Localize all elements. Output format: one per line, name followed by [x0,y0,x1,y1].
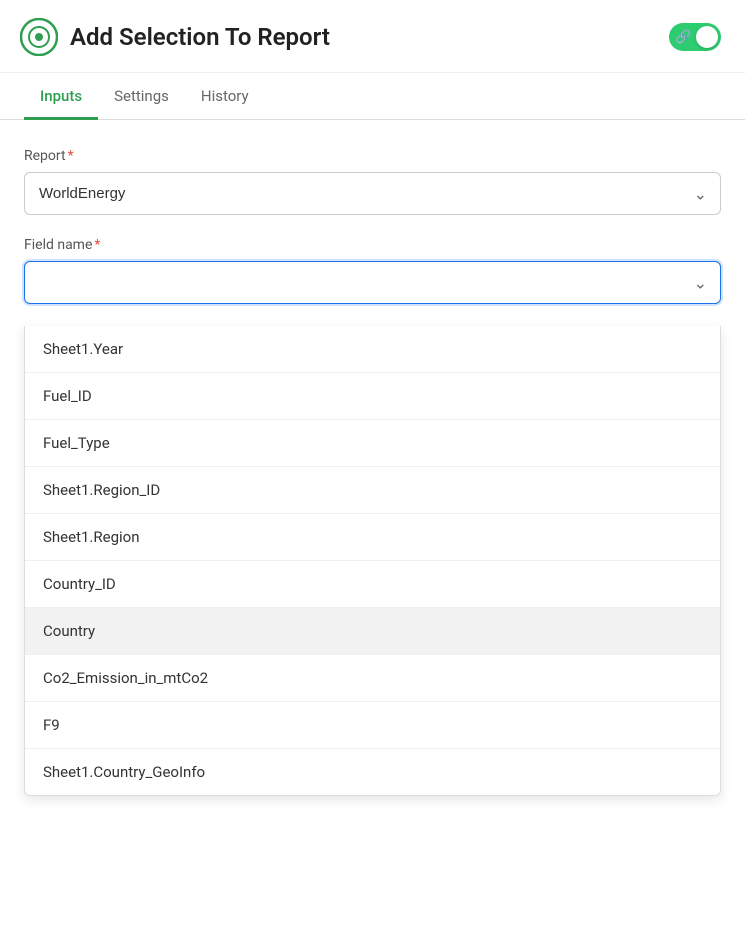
page-title: Add Selection To Report [70,23,330,51]
tab-bar: Inputs Settings History [0,73,745,120]
tab-settings[interactable]: Settings [98,73,185,120]
header-left: Add Selection To Report [20,18,330,56]
app-header: Add Selection To Report 🔗 [0,0,745,73]
report-label: Report* [24,148,721,164]
dropdown-item-fuel-id[interactable]: Fuel_ID [25,373,720,420]
dropdown-item-fuel-type[interactable]: Fuel_Type [25,420,720,467]
link-icon: 🔗 [675,30,691,45]
tab-inputs[interactable]: Inputs [24,73,98,120]
dropdown-scroll-area[interactable]: Sheet1.Year Fuel_ID Fuel_Type Sheet1.Reg… [25,326,720,795]
dropdown-item-country[interactable]: Country [25,608,720,655]
dropdown-item-sheet1region[interactable]: Sheet1.Region [25,514,720,561]
dropdown-item-sheet1year[interactable]: Sheet1.Year [25,326,720,373]
tab-history[interactable]: History [185,73,265,120]
dropdown-item-sheet1region-id[interactable]: Sheet1.Region_ID [25,467,720,514]
field-name-select[interactable] [24,261,721,304]
toggle-knob [696,26,718,48]
app-logo-icon [20,18,58,56]
dropdown-item-country-id[interactable]: Country_ID [25,561,720,608]
toggle-container[interactable]: 🔗 [669,23,721,51]
report-required: * [68,148,74,164]
report-field-group: Report* WorldEnergy ⌄ [24,148,721,215]
report-select[interactable]: WorldEnergy [24,172,721,215]
field-name-select-wrapper: ⌄ [24,261,721,304]
field-name-dropdown: Sheet1.Year Fuel_ID Fuel_Type Sheet1.Reg… [24,326,721,796]
field-name-group: Field name* ⌄ [24,237,721,304]
dropdown-item-co2emission[interactable]: Co2_Emission_in_mtCo2 [25,655,720,702]
dropdown-item-sheet1countrygeoinfo[interactable]: Sheet1.Country_GeoInfo [25,749,720,795]
main-content: Report* WorldEnergy ⌄ Field name* ⌄ Shee… [0,120,745,816]
report-select-wrapper: WorldEnergy ⌄ [24,172,721,215]
dropdown-item-f9[interactable]: F9 [25,702,720,749]
field-name-label: Field name* [24,237,721,253]
field-name-required: * [94,237,100,253]
link-toggle[interactable]: 🔗 [669,23,721,51]
